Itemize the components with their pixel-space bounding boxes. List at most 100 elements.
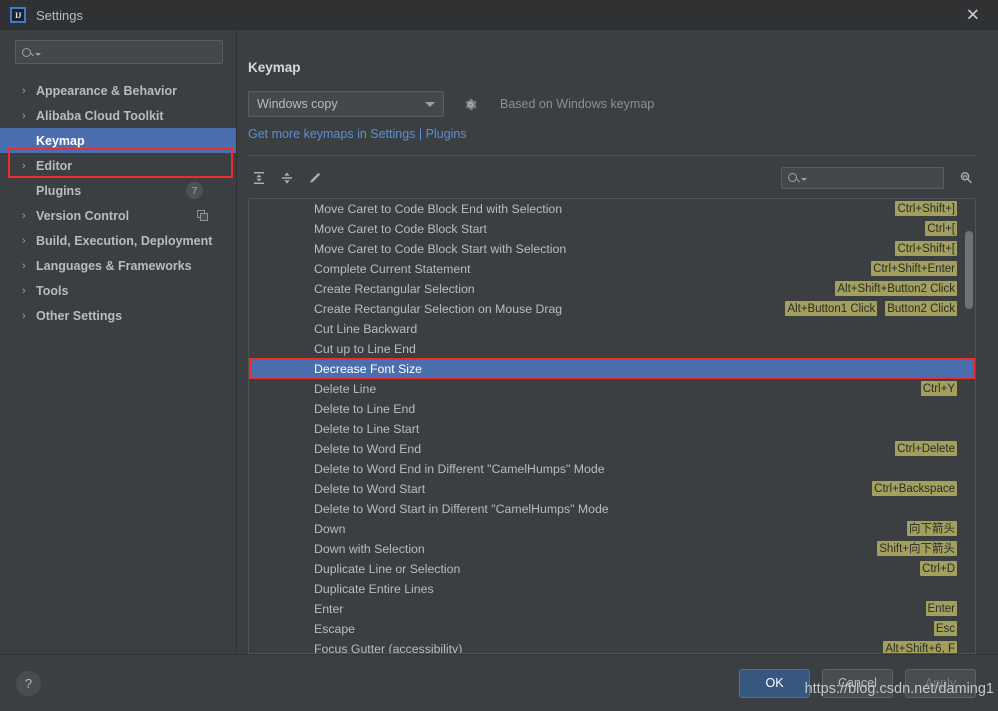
sidebar-item-keymap[interactable]: Keymap [0,128,236,153]
shortcut-group: Ctrl+Shift+] [883,201,957,217]
sidebar-item-version-control[interactable]: › Version Control [0,203,236,228]
copy-icon [197,210,208,221]
shortcut-badge: Enter [925,601,957,617]
chevron-down-icon [801,178,807,182]
action-search-field[interactable] [781,166,966,189]
get-more-keymaps-link[interactable]: Get more keymaps in Settings | Plugins [248,127,976,141]
sidebar-item-label: Languages & Frameworks [36,258,192,273]
sidebar-item-editor[interactable]: › Editor [0,153,236,178]
shortcut-group: Enter [914,601,957,617]
chevron-right-icon: › [22,159,26,172]
sidebar-item-other-settings[interactable]: › Other Settings [0,303,236,328]
sidebar-item-build-execution-deployment[interactable]: › Build, Execution, Deployment [0,228,236,253]
shortcut-badge: Ctrl+Shift+Enter [871,261,957,277]
sidebar-item-label: Keymap [36,133,85,148]
chevron-right-icon: › [22,109,26,122]
shortcut-badge: Esc [933,621,957,637]
table-row[interactable]: Move Caret to Code Block Start with Sele… [249,239,975,259]
action-name: Escape [314,621,356,636]
expand-all-icon[interactable] [248,168,270,188]
table-row[interactable]: Decrease Font Size [249,358,975,379]
table-row[interactable]: Down with Selection Shift+向下箭头 [249,539,975,559]
keymap-select[interactable]: Windows copy [248,91,444,117]
chevron-right-icon: › [22,284,26,297]
sidebar-item-appearance-behavior[interactable]: › Appearance & Behavior [0,78,236,103]
sidebar-item-alibaba-cloud-toolkit[interactable]: › Alibaba Cloud Toolkit [0,103,236,128]
table-row[interactable]: Delete to Line End [249,399,975,419]
action-name: Duplicate Line or Selection [314,561,461,576]
table-row[interactable]: Delete to Word Start Ctrl+Backspace [249,479,975,499]
sidebar-item-label: Build, Execution, Deployment [36,233,213,248]
keymap-select-value: Windows copy [257,97,338,111]
table-row[interactable]: Duplicate Line or Selection Ctrl+D [249,559,975,579]
action-name: Delete to Line Start [314,421,420,436]
table-row[interactable]: Cut up to Line End [249,339,975,359]
table-row[interactable]: Down 向下箭头 [249,519,975,539]
action-name: Delete Line [314,381,377,396]
sidebar-item-label: Version Control [36,208,130,223]
sidebar-item-tools[interactable]: › Tools [0,278,236,303]
keymap-pane: Keymap Windows copy Based on Windows key… [237,30,998,654]
action-name: Move Caret to Code Block Start with Sele… [314,241,567,256]
help-button[interactable]: ? [16,670,41,696]
shortcut-group: Ctrl+Backspace [860,481,957,497]
edit-shortcut-icon[interactable] [304,168,326,188]
chevron-right-icon: › [22,209,26,222]
list-scrollbar[interactable] [965,201,973,651]
ok-button[interactable]: OK [739,668,810,698]
actions-list-inner: Move Caret to Code Block End with Select… [249,199,975,653]
sidebar-item-languages-frameworks[interactable]: › Languages & Frameworks [0,253,236,278]
action-name: Down with Selection [314,541,425,556]
action-name: Decrease Font Size [314,361,422,376]
dialog-body: › Appearance & Behavior › Alibaba Cloud Too… [0,30,998,654]
footer-button-group: OK Cancel Apply [739,668,976,698]
shortcut-group: Ctrl+Shift+Enter [859,261,957,277]
action-name: Cut up to Line End [314,341,416,356]
sidebar-item-label: Editor [36,158,73,173]
sidebar-search-field[interactable] [15,40,223,64]
table-row[interactable]: Focus Gutter (accessibility) Alt+Shift+6,… [249,639,975,653]
action-search-input[interactable] [811,170,966,185]
table-row[interactable]: Complete Current Statement Ctrl+Shift+Ent… [249,259,975,279]
table-row[interactable]: Move Caret to Code Block Start Ctrl+[ [249,219,975,239]
chevron-down-icon [425,101,435,107]
shortcut-group: Ctrl+Y [909,381,957,397]
table-row[interactable]: Duplicate Entire Lines [249,579,975,599]
gear-icon[interactable] [461,95,479,113]
table-row[interactable]: Delete Line Ctrl+Y [249,379,975,399]
action-name: Move Caret to Code Block Start [314,221,487,236]
table-row[interactable]: Enter Enter [249,599,975,619]
shortcut-group: Ctrl+Delete [883,441,957,457]
plugins-update-badge: 7 [186,182,203,199]
table-row[interactable]: Create Rectangular Selection Alt+Shift+Bu… [249,279,975,299]
actions-toolbar [248,164,976,192]
chevron-right-icon: › [22,234,26,247]
table-row[interactable]: Move Caret to Code Block End with Select… [249,199,975,219]
chevron-right-icon: › [22,259,26,272]
sidebar-item-plugins[interactable]: Plugins 7 [0,178,236,203]
collapse-all-icon[interactable] [276,168,298,188]
table-row[interactable]: Delete to Word End in Different "CamelHu… [249,459,975,479]
settings-sidebar: › Appearance & Behavior › Alibaba Cloud Too… [0,30,237,654]
table-row[interactable]: Cut Line Backward [249,319,975,339]
table-row[interactable]: Delete to Line Start [249,419,975,439]
actions-list[interactable]: Move Caret to Code Block End with Select… [248,197,976,654]
shortcut-badge: Alt+Shift+6, F [883,641,957,653]
shortcut-group: Alt+Button1 Click Button2 Click [773,301,957,317]
cancel-button[interactable]: Cancel [822,668,893,698]
shortcut-badge: Button2 Click [885,301,957,317]
table-row[interactable]: Delete to Word End Ctrl+Delete [249,439,975,459]
shortcut-badge: Ctrl+Backspace [872,481,957,497]
shortcut-group: Esc [922,621,957,637]
based-on-label: Based on Windows keymap [500,97,655,111]
list-scrollbar-thumb[interactable] [965,230,973,309]
action-name: Move Caret to Code Block End with Select… [314,201,563,216]
search-input[interactable] [45,45,216,59]
table-row[interactable]: Escape Esc [249,619,975,639]
find-actions-by-shortcut-icon[interactable] [956,168,976,188]
table-row[interactable]: Create Rectangular Selection on Mouse Dr… [249,299,975,319]
apply-button: Apply [905,668,976,698]
shortcut-group: Ctrl+Shift+[ [883,241,957,257]
table-row[interactable]: Delete to Word Start in Different "Camel… [249,499,975,519]
close-icon[interactable]: ✕ [960,5,986,26]
